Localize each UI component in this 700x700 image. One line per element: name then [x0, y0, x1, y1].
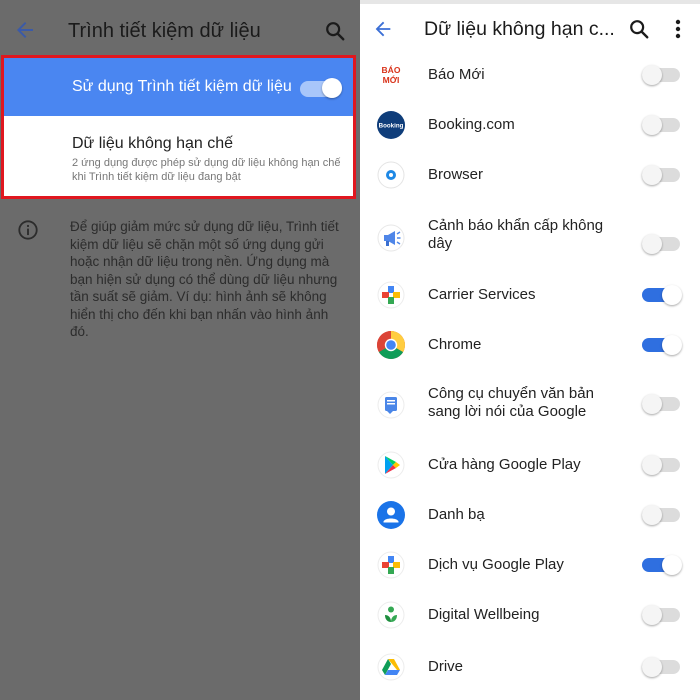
- play-store-icon: [377, 451, 405, 479]
- tts-icon: [377, 391, 405, 419]
- chrome-icon: [377, 331, 405, 359]
- app-toggle[interactable]: [642, 285, 682, 305]
- app-toggle[interactable]: [642, 115, 682, 135]
- data-saver-info-text: Để giúp giảm mức sử dụng dữ liệu, Trình …: [70, 219, 339, 339]
- app-name: Digital Wellbeing: [428, 606, 540, 623]
- svg-text:Booking: Booking: [379, 123, 404, 130]
- app-name: Booking.com: [428, 116, 515, 133]
- app-name: Browser: [428, 166, 484, 183]
- app-toggle[interactable]: [642, 165, 682, 185]
- app-name: Danh bạ: [428, 506, 485, 523]
- app-name: Cửa hàng Google Play: [428, 456, 581, 473]
- app-name: Cảnh báo khẩn cấp không dây: [428, 217, 604, 252]
- use-data-saver-row[interactable]: Sử dụng Trình tiết kiệm dữ liệu: [4, 58, 355, 116]
- use-data-saver-label: Sử dụng Trình tiết kiệm dữ liệu: [72, 78, 292, 95]
- more-options-icon[interactable]: [672, 18, 684, 40]
- app-name: Chrome: [428, 336, 482, 353]
- app-toggle[interactable]: [642, 65, 682, 85]
- app-row-bao-moi[interactable]: BÁO MỚI Báo Mới: [360, 50, 700, 100]
- search-icon[interactable]: [628, 18, 650, 40]
- app-name: Báo Mới: [428, 66, 485, 83]
- app-toggle[interactable]: [642, 455, 682, 475]
- search-icon[interactable]: [324, 20, 346, 42]
- app-row-contacts[interactable]: Danh bạ: [360, 490, 700, 540]
- app-row-play-services[interactable]: Dịch vụ Google Play: [360, 540, 700, 590]
- digital-wellbeing-icon: [377, 601, 405, 629]
- data-saver-toggle[interactable]: [300, 78, 342, 98]
- unrestricted-data-description: 2 ứng dụng được phép sử dụng dữ liệu khô…: [72, 157, 341, 183]
- booking-icon: Booking: [377, 111, 405, 139]
- page-title: Trình tiết kiệm dữ liệu: [68, 20, 261, 42]
- app-toggle[interactable]: [642, 394, 682, 414]
- svg-text:MỚI: MỚI: [383, 74, 400, 85]
- app-row-browser[interactable]: Browser: [360, 150, 700, 200]
- app-toggle[interactable]: [642, 657, 682, 677]
- left-app-bar: Trình tiết kiệm dữ liệu: [0, 0, 360, 60]
- app-toggle[interactable]: [642, 505, 682, 525]
- app-toggle[interactable]: [642, 335, 682, 355]
- app-row-carrier-services[interactable]: Carrier Services: [360, 270, 700, 320]
- carrier-services-icon: [377, 281, 405, 309]
- back-arrow-icon[interactable]: [13, 18, 37, 42]
- svg-text:BÁO: BÁO: [382, 65, 401, 75]
- app-row-play-store[interactable]: Cửa hàng Google Play: [360, 440, 700, 490]
- data-saver-panel: Trình tiết kiệm dữ liệu Sử dụng Trình ti…: [0, 0, 360, 700]
- app-name: Drive: [428, 658, 464, 675]
- app-row-emergency-alerts[interactable]: Cảnh báo khẩn cấp không dây: [360, 210, 700, 270]
- app-row-drive[interactable]: Drive: [360, 642, 700, 692]
- app-row-booking[interactable]: Booking Booking.com: [360, 100, 700, 150]
- browser-icon: [377, 161, 405, 189]
- app-toggle[interactable]: [642, 234, 682, 254]
- drive-icon: [377, 653, 405, 681]
- play-services-icon: [377, 551, 405, 579]
- toggle-knob: [322, 78, 342, 98]
- app-name: Công cụ chuyển văn bản sang lời nói của …: [428, 385, 594, 420]
- page-title: Dữ liệu không hạn c...: [424, 18, 615, 40]
- app-row-google-tts[interactable]: Công cụ chuyển văn bản sang lời nói của …: [360, 378, 700, 438]
- app-name: Carrier Services: [428, 286, 536, 303]
- contacts-icon: [377, 501, 405, 529]
- app-toggle[interactable]: [642, 605, 682, 625]
- unrestricted-data-panel: Dữ liệu không hạn c... BÁO MỚI Báo Mới B…: [360, 0, 700, 700]
- info-icon: [18, 220, 38, 240]
- emergency-alert-icon: [377, 224, 405, 252]
- app-row-digital-wellbeing[interactable]: Digital Wellbeing: [360, 590, 700, 640]
- data-saver-card: Sử dụng Trình tiết kiệm dữ liệu Dữ liệu …: [4, 58, 355, 198]
- app-name: Dịch vụ Google Play: [428, 556, 564, 573]
- baomoi-icon: BÁO MỚI: [376, 60, 406, 90]
- status-bar-strip: [360, 0, 700, 4]
- back-arrow-icon[interactable]: [372, 18, 394, 40]
- app-row-chrome[interactable]: Chrome: [360, 320, 700, 370]
- app-toggle[interactable]: [642, 555, 682, 575]
- unrestricted-data-title: Dữ liệu không hạn chế: [72, 135, 234, 152]
